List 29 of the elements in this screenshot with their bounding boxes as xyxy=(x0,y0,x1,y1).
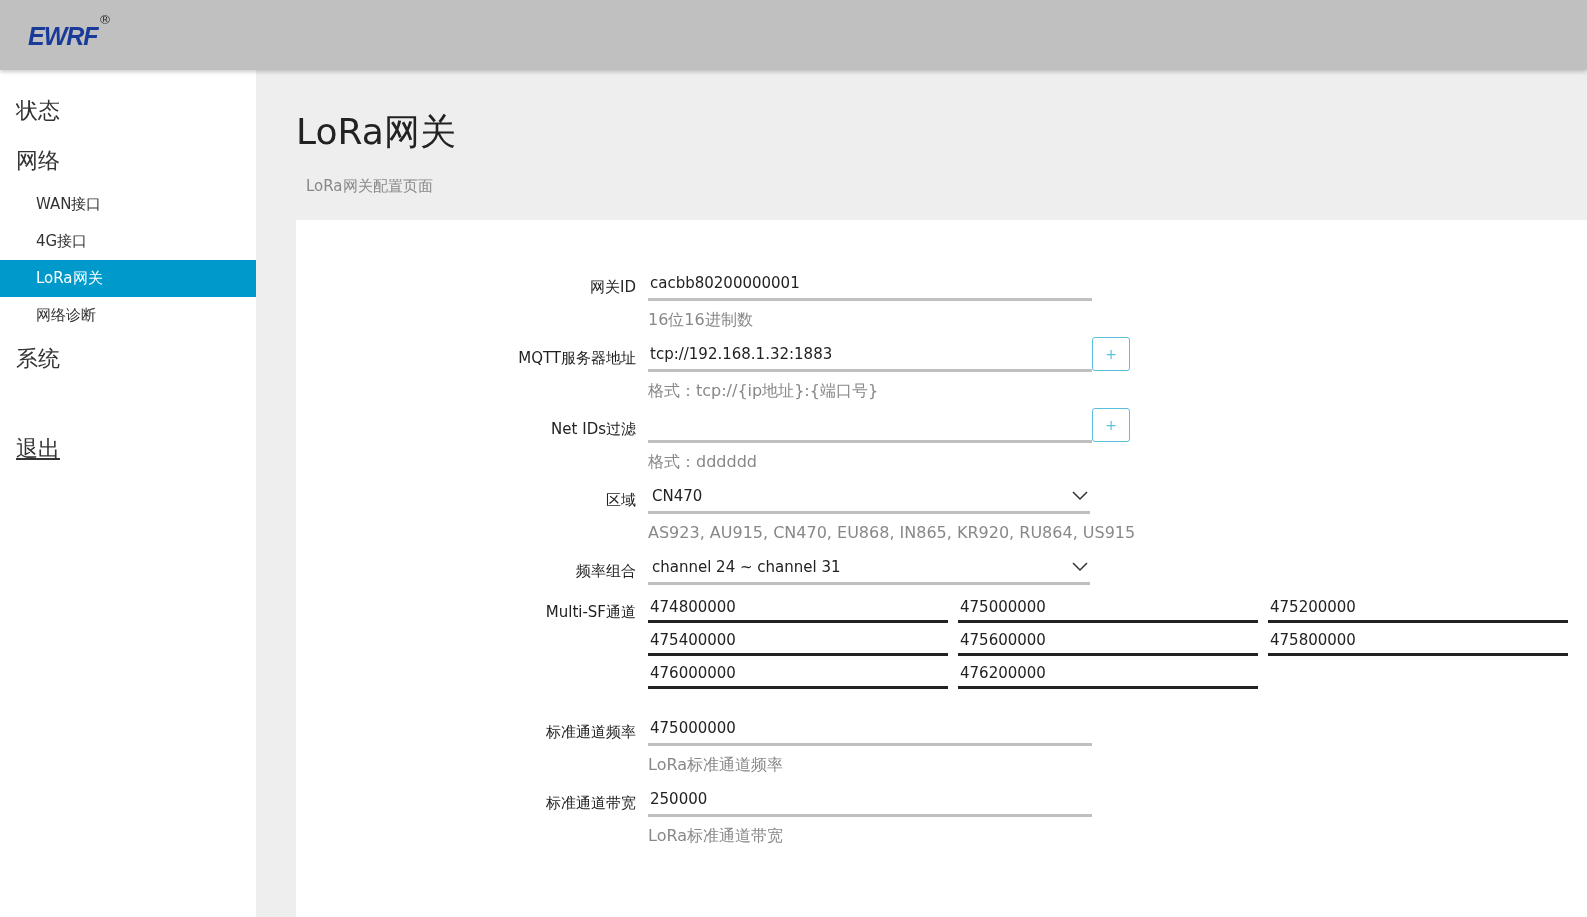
chevron-down-icon xyxy=(1072,562,1088,572)
hint-text: LoRa标准通道频率 xyxy=(648,754,784,776)
sidebar-item[interactable]: 系统 xyxy=(0,334,256,384)
select-field[interactable]: channel 24 ~ channel 31 xyxy=(648,552,1090,585)
sidebar-item[interactable]: 退出 xyxy=(0,424,256,474)
field-label: 标准通道频率 xyxy=(545,722,637,742)
sidebar-subitem[interactable]: 网络诊断 xyxy=(0,297,256,334)
hint-text: LoRa标准通道带宽 xyxy=(648,825,784,847)
field-label: MQTT服务器地址 xyxy=(517,348,637,368)
chevron-down-icon xyxy=(1072,491,1088,501)
field-label: 网关ID xyxy=(589,277,637,297)
field-label: 标准通道带宽 xyxy=(545,793,637,813)
hint-text: AS923, AU915, CN470, EU868, IN865, KR920, RU864, US915 xyxy=(648,522,1137,544)
field-label: Multi-SF通道 xyxy=(544,602,637,622)
sidebar-subitem[interactable]: WAN接口 xyxy=(0,186,256,223)
field-label: Net IDs过滤 xyxy=(550,419,637,439)
page-title: LoRa网关 xyxy=(296,110,457,154)
sidebar-item[interactable]: 状态 xyxy=(0,86,256,136)
hint-text: 16位16进制数 xyxy=(648,309,754,331)
select-field[interactable]: CN470 xyxy=(648,481,1090,514)
field-label: 区域 xyxy=(605,490,637,510)
hint-text: 格式：tcp://{ip地址}:{端口号} xyxy=(648,380,880,402)
registered-mark: ® xyxy=(98,12,112,27)
hint-text: 格式：dddddd xyxy=(648,451,758,473)
sidebar-item[interactable]: 网络 xyxy=(0,136,256,186)
logo: EWRF xyxy=(28,22,98,51)
page-subtitle: LoRa网关配置页面 xyxy=(306,177,434,196)
field-label: 频率组合 xyxy=(575,561,637,581)
sidebar-subitem[interactable]: 4G接口 xyxy=(0,223,256,260)
